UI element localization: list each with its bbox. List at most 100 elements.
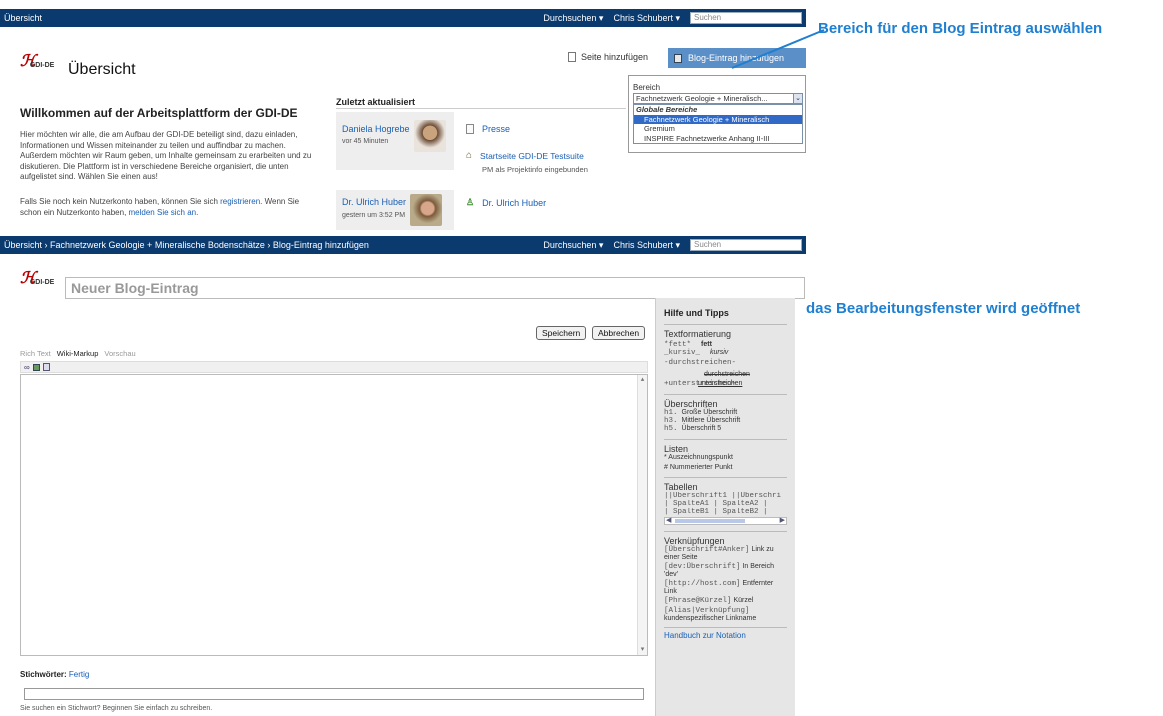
recent-divider	[336, 108, 626, 109]
table-row: | SpalteB1 | SpalteB2 |	[664, 508, 768, 516]
recent-title: Zuletzt aktualisiert	[336, 97, 416, 107]
avatar	[414, 120, 446, 152]
chevron-down-icon: ⌄	[793, 94, 802, 103]
link-row: [dev:Überschrift] In Bereich 'dev'	[664, 563, 774, 578]
link-row: [Überschrift#Anker] Link zu einer Seite	[664, 546, 774, 561]
table-scrollbar[interactable]: ◀ ▶	[664, 517, 787, 525]
link-row: [http://host.com] Entfernter Link	[664, 580, 774, 595]
heading-row: h5. Überschrift 5	[664, 425, 722, 433]
logo-text: GDI-DE	[29, 62, 55, 69]
welcome-title: Willkommen auf der Arbeitsplattform der …	[20, 106, 298, 120]
gdi-logo: ℋ GDI-DE	[20, 54, 55, 70]
annotation-editor-opened: das Bearbeitungsfenster wird geöffnet	[806, 300, 1081, 317]
recent-time-2: gestern um 3:52 PM	[342, 212, 406, 219]
user-menu[interactable]: Chris Schubert ▾	[613, 240, 680, 251]
cancel-button[interactable]: Abbrechen	[592, 326, 646, 340]
tab-preview[interactable]: Vorschau	[104, 349, 135, 358]
format-row: +unterstreichen+ unterstreichen	[664, 380, 743, 388]
heading-row: h1. Große Überschrift	[664, 409, 738, 417]
image-icon[interactable]	[32, 363, 40, 371]
keywords-label-row: Stichwörter: Fertig	[20, 670, 89, 679]
keywords-hint: Sie suchen ein Stichwort? Beginnen Sie e…	[20, 705, 213, 712]
tab-wiki-markup[interactable]: Wiki-Markup	[57, 349, 99, 358]
help-divider	[664, 394, 787, 395]
help-divider	[664, 627, 787, 628]
option-gremium[interactable]: Gremium	[634, 124, 802, 134]
home-icon: ⌂	[466, 150, 473, 161]
area-label: Bereich	[633, 83, 661, 92]
gdi-logo: ℋ GDI-DE	[20, 270, 55, 287]
recent-item-1b-sub: PM als Projektinfo eingebunden	[482, 165, 588, 174]
login-link[interactable]: melden Sie sich an	[129, 208, 197, 217]
link-row: [Alias|Verknüpfung] kundenspezifischer L…	[664, 607, 757, 622]
chevron-down-icon[interactable]: ▾	[638, 645, 647, 655]
headings-title: Überschriften	[664, 399, 718, 409]
browse-menu[interactable]: Durchsuchen ▾	[543, 13, 603, 24]
link-row: [Phrase@Kürzel] Kürzel	[664, 597, 754, 605]
recent-user-2[interactable]: Dr. Ulrich Huber	[342, 197, 406, 207]
search-input[interactable]: Suchen	[690, 239, 802, 251]
annotation-arrow	[731, 29, 825, 69]
format-title: Textformatierung	[664, 329, 732, 339]
welcome-text: Hier möchten wir alle, die am Aufbau der…	[20, 130, 312, 181]
help-title: Hilfe und Tipps	[664, 308, 729, 318]
top-navbar-2: Übersicht › Fachnetzwerk Geologie + Mine…	[0, 236, 806, 254]
page-icon	[568, 52, 576, 62]
heading-row: h3. Mittlere Überschrift	[664, 417, 741, 425]
tab-rich-text[interactable]: Rich Text	[20, 349, 51, 358]
tables-title: Tabellen	[664, 482, 698, 492]
recent-item-1b[interactable]: ⌂ Startseite GDI-DE Testsuite	[466, 150, 584, 161]
keywords-input[interactable]	[24, 688, 644, 700]
save-button[interactable]: Speichern	[536, 326, 587, 340]
list-row: # Nummerierter Punkt	[664, 464, 733, 471]
chevron-right-icon[interactable]: ▶	[780, 516, 785, 524]
help-sidebar: Hilfe und Tipps Textformatierung *fett* f…	[655, 298, 795, 716]
page-title: Übersicht	[68, 61, 136, 78]
recent-time-1: vor 45 Minuten	[342, 138, 389, 145]
option-fachnetzwerk[interactable]: Fachnetzwerk Geologie + Mineralisch	[634, 114, 802, 124]
list-row: * Auszeichnungspunkt	[664, 454, 733, 461]
blog-icon	[674, 53, 682, 63]
add-page-button[interactable]: Seite hinzufügen	[568, 52, 648, 62]
links-title: Verknüpfungen	[664, 536, 725, 546]
chevron-up-icon[interactable]: ▴	[638, 375, 647, 385]
keywords-done-link[interactable]: Fertig	[69, 670, 89, 679]
page-icon[interactable]	[42, 363, 50, 371]
chevron-left-icon[interactable]: ◀	[666, 516, 671, 524]
table-row: | SpalteA1 | SpalteA2 |	[664, 500, 768, 508]
document-icon	[466, 124, 474, 134]
option-group-label: Globale Bereiche	[636, 105, 698, 114]
editor-scrollbar[interactable]: ▴ ▾	[637, 375, 647, 655]
format-row: _kursiv_ kursiv	[664, 349, 729, 357]
editor-textarea[interactable]: ▴ ▾	[20, 374, 648, 656]
avatar	[410, 194, 442, 226]
scroll-thumb[interactable]	[675, 519, 745, 523]
area-options: Globale Bereiche Fachnetzwerk Geologie +…	[633, 104, 803, 144]
recent-user-1[interactable]: Daniela Hogrebe	[342, 124, 410, 134]
annotation-select-area: Bereich für den Blog Eintrag auswählen	[818, 20, 1103, 37]
user-menu[interactable]: Chris Schubert ▾	[613, 13, 680, 24]
help-divider	[664, 439, 787, 440]
manual-link[interactable]: Handbuch zur Notation	[664, 631, 787, 640]
browse-menu[interactable]: Durchsuchen ▾	[543, 240, 603, 251]
blog-title-input[interactable]: Neuer Blog-Eintrag	[65, 277, 805, 299]
table-row: ||Überschrift1 ||Überschri	[664, 492, 782, 500]
breadcrumb[interactable]: Übersicht › Fachnetzwerk Geologie + Mine…	[4, 240, 369, 250]
user-icon: ♙	[466, 197, 475, 207]
register-text: Falls Sie noch kein Nutzerkonto haben, k…	[20, 197, 300, 217]
recent-item-2a[interactable]: ♙ Dr. Ulrich Huber	[466, 197, 546, 208]
breadcrumb-home[interactable]: Übersicht	[4, 13, 42, 23]
help-divider	[664, 324, 787, 325]
register-link[interactable]: registrieren	[220, 197, 260, 206]
help-divider	[664, 531, 787, 532]
recent-item-1a[interactable]: Presse	[466, 124, 510, 134]
format-row: *fett* fett	[664, 341, 712, 349]
top-navbar-1: Übersicht Durchsuchen ▾ Chris Schubert ▾…	[0, 9, 806, 27]
area-select[interactable]: Fachnetzwerk Geologie + Mineralisch... ⌄	[633, 93, 803, 104]
editor-toolbar: ∞	[20, 361, 648, 373]
option-inspire[interactable]: INSPIRE Fachnetzwerke Anhang II-III	[634, 134, 802, 144]
lists-title: Listen	[664, 444, 689, 454]
area-dropdown-panel: Bereich Fachnetzwerk Geologie + Minerali…	[628, 75, 806, 153]
keywords-label: Stichwörter:	[20, 670, 67, 679]
link-icon[interactable]: ∞	[24, 363, 30, 372]
